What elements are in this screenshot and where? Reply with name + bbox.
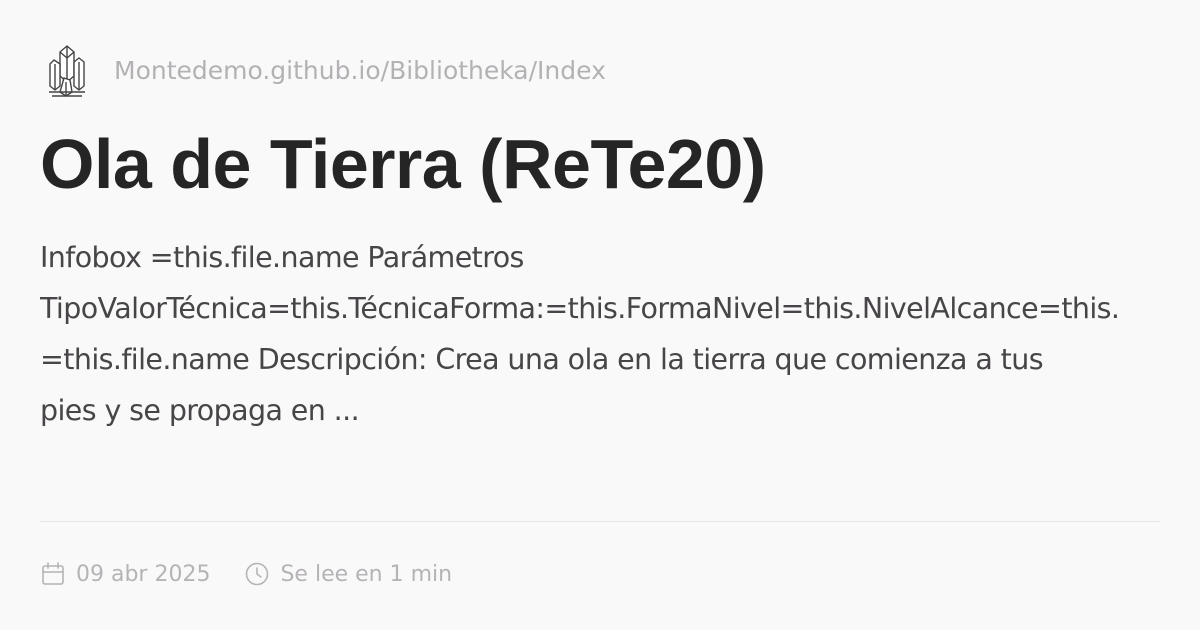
divider bbox=[40, 521, 1160, 522]
article-meta: 09 abr 2025 Se lee en 1 min bbox=[40, 556, 452, 592]
site-path-breadcrumb[interactable]: Montedemo.github.io/Bibliotheka/Index bbox=[114, 56, 606, 85]
excerpt-line: pies y se propaga en ... bbox=[40, 394, 360, 427]
publish-date-text: 09 abr 2025 bbox=[76, 561, 211, 587]
site-header: Montedemo.github.io/Bibliotheka/Index bbox=[46, 40, 606, 100]
calendar-icon bbox=[42, 562, 64, 585]
excerpt-line: =this.file.name Descripción: Crea una ol… bbox=[40, 343, 1044, 376]
og-card: Montedemo.github.io/Bibliotheka/Index Ol… bbox=[0, 0, 1200, 630]
excerpt-line: Infobox =this.file.name Parámetros bbox=[40, 241, 524, 274]
clock-icon bbox=[246, 562, 269, 586]
excerpt-line: TipoValorTécnica=this.TécnicaForma:=this… bbox=[40, 292, 1120, 325]
reading-time-text: Se lee en 1 min bbox=[280, 561, 453, 587]
page-title: Ola de Tierra (ReTe20) bbox=[40, 125, 766, 203]
reading-time: Se lee en 1 min bbox=[244, 561, 452, 587]
article-excerpt: Infobox =this.file.name Parámetros TipoV… bbox=[40, 232, 1160, 436]
publish-date: 09 abr 2025 bbox=[40, 561, 210, 587]
crystal-cluster-icon bbox=[49, 45, 85, 97]
